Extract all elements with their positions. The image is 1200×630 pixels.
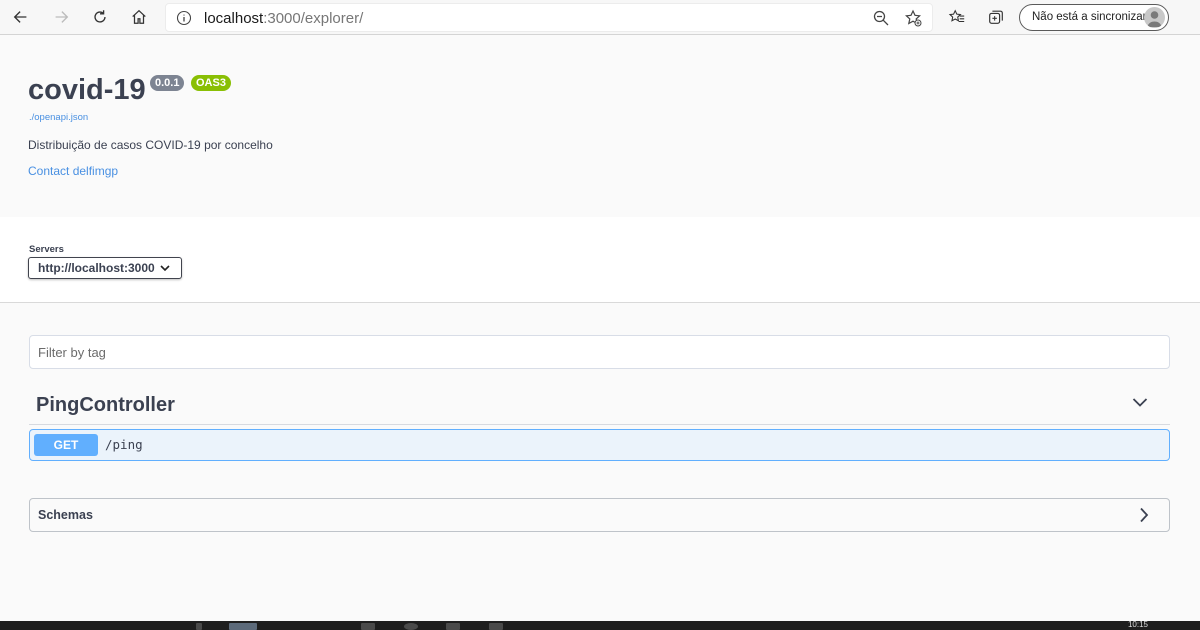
forward-button[interactable] — [47, 3, 75, 31]
api-title: covid-19 — [28, 74, 146, 106]
add-favorite-icon[interactable] — [904, 9, 922, 27]
os-taskbar: 10:15 — [0, 621, 1200, 630]
server-selected-value: http://localhost:3000 — [38, 261, 155, 275]
profile-icon — [1144, 7, 1165, 28]
operation-path: /ping — [105, 437, 143, 452]
servers-label: Servers — [29, 244, 64, 255]
taskbar-item[interactable] — [196, 623, 202, 630]
filter-box — [29, 335, 1170, 369]
taskbar-item[interactable] — [361, 623, 375, 630]
refresh-button[interactable] — [86, 3, 114, 31]
refresh-icon — [94, 10, 106, 23]
taskbar-item[interactable] — [489, 623, 503, 630]
address-bar[interactable]: localhost:3000/explorer/ — [165, 3, 933, 32]
home-icon — [132, 9, 146, 24]
collections-button[interactable] — [982, 3, 1010, 31]
chevron-right-icon[interactable] — [1139, 507, 1149, 523]
forward-icon — [55, 11, 69, 23]
url-host: localhost — [204, 10, 264, 27]
http-method-badge: GET — [34, 434, 98, 456]
taskbar-item[interactable] — [229, 623, 257, 630]
favorites-icon — [948, 9, 965, 23]
taskbar-item[interactable] — [404, 623, 418, 630]
sync-profile-button[interactable]: Não está a sincronizar — [1019, 4, 1169, 31]
tag-title: PingController — [36, 394, 175, 416]
url-path: :3000/explorer/ — [263, 10, 364, 27]
home-button[interactable] — [125, 3, 153, 31]
info-icon[interactable] — [176, 10, 192, 26]
browser-toolbar: localhost:3000/explorer/ Não está a sinc… — [0, 0, 1200, 35]
api-info: covid-19 0.0.1 OAS3 ./openapi.json Distr… — [0, 36, 1200, 217]
zoom-icon[interactable] — [872, 9, 890, 27]
url-text[interactable]: localhost:3000/explorer/ — [204, 10, 363, 27]
taskbar-item[interactable] — [446, 623, 460, 630]
version-badge: 0.0.1 — [150, 75, 185, 91]
servers-section: Servers http://localhost:3000 — [0, 217, 1200, 303]
spec-link[interactable]: ./openapi.json — [29, 112, 88, 123]
server-select[interactable]: http://localhost:3000 — [28, 257, 182, 279]
chevron-down-icon[interactable] — [1132, 397, 1148, 408]
chevron-down-icon — [160, 265, 170, 272]
back-icon — [13, 11, 27, 23]
schemas-section[interactable]: Schemas — [29, 498, 1170, 532]
back-button[interactable] — [7, 3, 35, 31]
api-description: Distribuição de casos COVID-19 por conce… — [28, 138, 273, 152]
favorites-button[interactable] — [943, 3, 971, 31]
oas-badge: OAS3 — [191, 75, 231, 91]
collections-icon — [989, 10, 1003, 24]
contact-link[interactable]: Contact delfimgp — [28, 164, 118, 178]
taskbar-clock: 10:15 — [1127, 620, 1148, 629]
schemas-title: Schemas — [38, 508, 93, 522]
sync-label: Não está a sincronizar — [1032, 11, 1147, 23]
operation-get-ping[interactable]: GET /ping — [29, 429, 1170, 461]
filter-input[interactable] — [30, 336, 1169, 368]
tag-header-pingcontroller[interactable]: PingController — [29, 386, 1170, 425]
